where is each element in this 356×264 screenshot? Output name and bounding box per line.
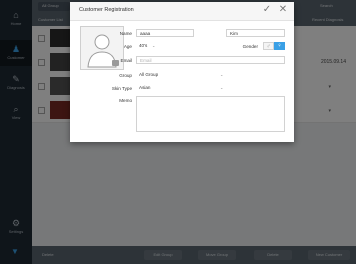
age-label: Age [123,44,132,49]
memo-textarea[interactable] [136,96,285,132]
customer-registration-dialog: Customer Registration ✓ ✕ Name aaaa Kim … [70,2,294,142]
chevron-down-icon: ⌄ [220,85,224,90]
name-label: Name [119,31,132,36]
first-name-input[interactable]: aaaa [136,29,194,37]
female-icon[interactable]: ♀ [274,42,285,50]
memo-label: Memo [119,98,132,103]
age-select[interactable]: 40's [136,42,162,50]
dialog-title: Customer Registration [79,7,134,13]
skin-type-select[interactable]: Asian [136,84,230,92]
skin-type-label: Skin Type [111,86,132,91]
group-label: Group [119,73,132,78]
chevron-down-icon: ⌄ [152,43,156,48]
male-icon[interactable]: ♂ [263,42,274,50]
gender-label: Gender [242,44,258,49]
email-input[interactable]: Email [136,56,285,64]
chevron-down-icon: ⌄ [220,72,224,77]
checkmark-icon[interactable]: ✓ [262,4,272,16]
gender-toggle: ♂ ♀ [263,42,285,50]
email-label: Email [120,58,133,63]
dialog-header: Customer Registration ✓ ✕ [70,2,294,21]
close-icon[interactable]: ✕ [278,4,288,16]
group-select[interactable]: All Group [136,71,230,79]
last-name-input[interactable]: Kim [226,29,285,37]
